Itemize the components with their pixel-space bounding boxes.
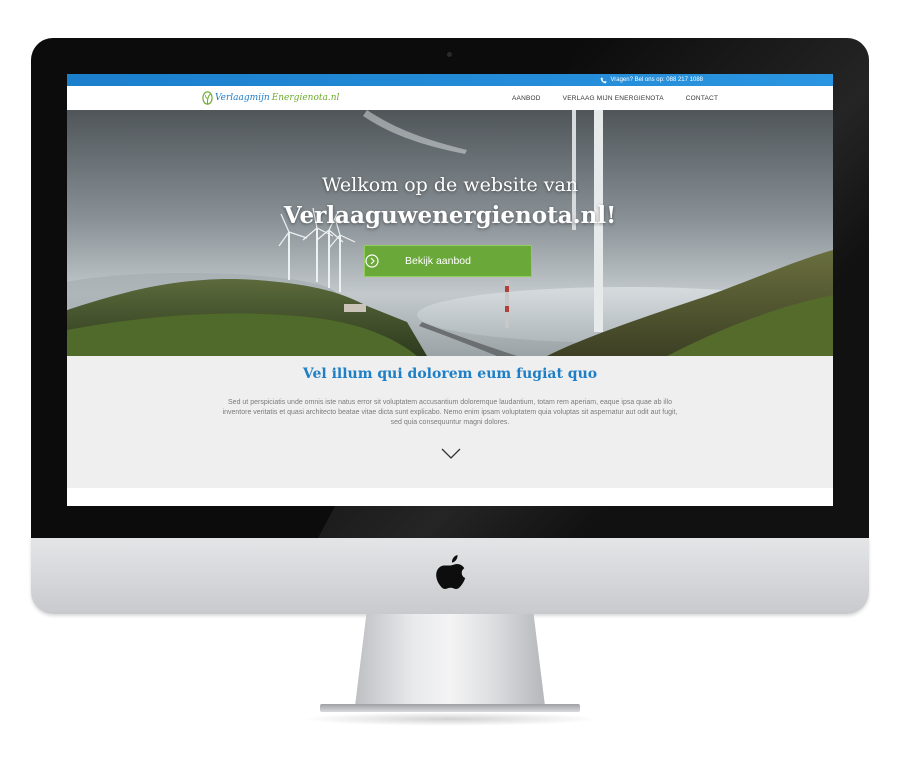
intro-paragraph: Sed ut perspiciatis unde omnis iste natu… bbox=[222, 399, 678, 426]
logo-text-blue: Verlaagmijn bbox=[215, 93, 270, 103]
top-contact-bar: Vragen? Bel ons op: 088 217 1088 bbox=[67, 74, 833, 86]
phone-icon bbox=[601, 77, 607, 83]
site-logo[interactable]: Verlaagmijn Energienota.nl bbox=[202, 89, 339, 107]
main-navbar: Verlaagmijn Energienota.nl AANBOD VERLAAG… bbox=[67, 86, 833, 110]
leaf-icon bbox=[202, 91, 213, 105]
apple-logo-icon bbox=[436, 555, 466, 589]
hero-title-line1: Welkom op de website van bbox=[321, 174, 579, 196]
chevron-down-icon[interactable] bbox=[441, 448, 461, 460]
topbar-contact[interactable]: Vragen? Bel ons op: 088 217 1088 bbox=[600, 75, 703, 85]
main-nav: AANBOD VERLAAG MIJN ENERGIENOTA CONTACT bbox=[512, 86, 740, 110]
website-screen: Vragen? Bel ons op: 088 217 1088 Verlaag… bbox=[67, 74, 833, 506]
nav-link-aanbod[interactable]: AANBOD bbox=[512, 95, 541, 102]
webcam bbox=[447, 52, 452, 57]
hero-background-image bbox=[67, 110, 833, 356]
next-section-strip bbox=[67, 488, 833, 506]
intro-heading: Vel illum qui dolorem eum fugiat quo bbox=[302, 366, 598, 382]
hero-section: Welkom op de website van Verlaaguwenergi… bbox=[67, 110, 833, 356]
monitor-stand bbox=[355, 614, 545, 706]
topbar-contact-text: Vragen? Bel ons op: 088 217 1088 bbox=[610, 77, 703, 83]
stand-shadow bbox=[300, 712, 600, 726]
logo-text-green: Energienota.nl bbox=[271, 93, 340, 103]
bekijk-aanbod-button[interactable]: Bekijk aanbod bbox=[364, 245, 532, 277]
arrow-right-circle-icon bbox=[365, 254, 379, 268]
cta-label: Bekijk aanbod bbox=[405, 255, 471, 267]
nav-link-verlaag-mijn-energienota[interactable]: VERLAAG MIJN ENERGIENOTA bbox=[563, 95, 664, 102]
nav-link-contact[interactable]: CONTACT bbox=[686, 95, 718, 102]
intro-section: Vel illum qui dolorem eum fugiat quo Sed… bbox=[67, 356, 833, 488]
hero-title-line2: Verlaaguwenergienota.nl! bbox=[283, 202, 617, 229]
monitor-foot bbox=[320, 704, 580, 712]
